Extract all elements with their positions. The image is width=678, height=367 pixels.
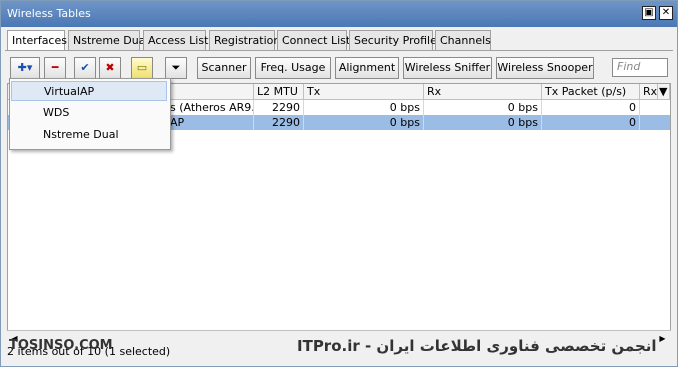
menu-item-nstreme-dual[interactable]: Nstreme Dual (11, 125, 167, 145)
find-input[interactable]: Find (612, 58, 668, 77)
header-tx[interactable]: Tx (304, 84, 424, 100)
filter-button[interactable]: ⏷ (165, 57, 187, 79)
column-menu-icon[interactable]: ▼ (658, 84, 670, 100)
header-l2mtu[interactable]: L2 MTU (254, 84, 304, 100)
enable-button[interactable]: ✔ (74, 57, 96, 79)
comment-button[interactable]: ▭ (131, 57, 153, 79)
cell-l2mtu: 2290 (254, 115, 304, 130)
restore-button[interactable]: ▣ (642, 6, 656, 20)
wireless-snooper-button[interactable]: Wireless Snooper (496, 57, 594, 79)
wireless-sniffer-button[interactable]: Wireless Sniffer (403, 57, 492, 79)
tab-connect-list[interactable]: Connect List (277, 30, 350, 50)
watermark-right: انجمن تخصصی فناوری اطلاعات ایران - ITPro… (297, 337, 657, 355)
header-rx[interactable]: Rx (424, 84, 542, 100)
cell-tx: 0 bps (304, 100, 424, 115)
title-bar: Wireless Tables ▣ ✕ (1, 1, 677, 27)
cell-tx-packet: 0 (542, 100, 640, 115)
watermark-left: TOSINSO.COM (9, 338, 113, 353)
add-button[interactable]: ✚▾ (10, 57, 40, 79)
tab-access-list[interactable]: Access List (143, 30, 208, 50)
disable-button[interactable]: ✖ (99, 57, 121, 79)
header-rx-packet[interactable]: Rx (640, 84, 658, 100)
cell-rx: 0 bps (424, 115, 542, 130)
tab-registration[interactable]: Registration (209, 30, 280, 50)
remove-button[interactable]: ━ (44, 57, 66, 79)
cell-rx: 0 bps (424, 100, 542, 115)
tab-security-profiles[interactable]: Security Profiles (349, 30, 443, 50)
scroll-right-icon[interactable]: ▶ (657, 333, 668, 344)
tab-nstreme-dual[interactable]: Nstreme Dual (68, 30, 149, 50)
menu-item-virtualap[interactable]: VirtualAP (11, 81, 167, 101)
close-button[interactable]: ✕ (659, 6, 673, 20)
window-title: Wireless Tables (7, 7, 91, 20)
wireless-tables-window: Wireless Tables ▣ ✕ Interfaces Nstreme D… (0, 0, 678, 367)
tab-interfaces[interactable]: Interfaces (7, 30, 67, 51)
cell-tx: 0 bps (304, 115, 424, 130)
cell-l2mtu: 2290 (254, 100, 304, 115)
alignment-button[interactable]: Alignment (335, 57, 399, 79)
header-tx-packet[interactable]: Tx Packet (p/s) (542, 84, 640, 100)
add-dropdown-menu: VirtualAP WDS Nstreme Dual (9, 78, 171, 150)
scanner-button[interactable]: Scanner (197, 57, 251, 79)
tab-channels[interactable]: Channels (435, 30, 491, 50)
menu-item-wds[interactable]: WDS (11, 103, 167, 123)
freq-usage-button[interactable]: Freq. Usage (255, 57, 331, 79)
cell-tx-packet: 0 (542, 115, 640, 130)
